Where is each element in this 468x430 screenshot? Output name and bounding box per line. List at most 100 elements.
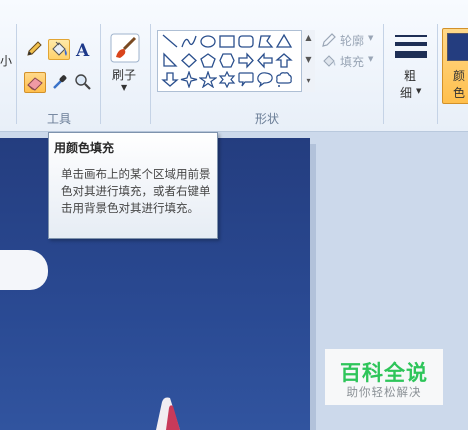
rounded-rectangle-icon	[238, 35, 254, 48]
size-group-label-partial: 小	[0, 54, 13, 68]
five-point-star-icon	[199, 71, 217, 88]
tools-group-label: 工具	[47, 112, 72, 126]
color1-label-line2: 色	[453, 86, 466, 100]
shape-polygon[interactable]	[256, 33, 274, 50]
separator	[16, 24, 17, 124]
chevron-down-icon: ▼	[121, 83, 128, 92]
magnifier-icon	[75, 74, 91, 90]
chevron-down-icon: ▼	[416, 87, 422, 95]
eraser-icon	[27, 77, 43, 91]
rounded-callout-icon	[238, 72, 254, 87]
brush-icon	[110, 33, 140, 63]
brushes-button[interactable]: 刷子 ▼	[106, 30, 144, 100]
color-picker-button[interactable]	[50, 72, 70, 92]
size-line-thick	[395, 51, 427, 58]
down-arrow-icon	[161, 72, 179, 87]
left-arrow-icon	[257, 52, 273, 69]
watermark-title: 百科全说	[340, 361, 428, 385]
outline-button[interactable]: 轮廓 ▼	[320, 30, 375, 49]
watermark-logo: 百科全说 助你轻松解决	[325, 349, 443, 405]
shape-rounded-callout[interactable]	[237, 71, 255, 88]
magnifier-button[interactable]	[73, 72, 93, 92]
shape-four-point-star[interactable]	[180, 71, 198, 88]
shape-right-triangle[interactable]	[161, 52, 179, 69]
color1-swatch	[447, 33, 468, 61]
pentagon-icon	[200, 53, 216, 68]
shape-oval[interactable]	[199, 33, 217, 50]
chevron-down-icon: ▼	[368, 34, 374, 42]
color1-label-line1: 颜	[453, 69, 466, 83]
shape-diamond[interactable]	[180, 52, 198, 69]
six-point-star-icon	[218, 71, 236, 88]
shape-rectangle[interactable]	[218, 33, 236, 50]
fill-button[interactable]: 填充 ▼	[320, 51, 375, 70]
diamond-icon	[181, 53, 197, 68]
shape-triangle[interactable]	[275, 33, 293, 50]
cloud-callout-icon	[276, 72, 292, 87]
pencil-icon	[27, 41, 42, 56]
shape-up-arrow[interactable]	[275, 52, 293, 69]
expand-gallery-icon[interactable]: ▾	[303, 75, 314, 86]
separator	[100, 24, 101, 124]
shape-right-arrow[interactable]	[237, 52, 255, 69]
tooltip-body: 单击画布上的某个区域用前景色对其进行填充，或者右键单击用背景色对其进行填充。	[61, 167, 211, 215]
eyedropper-icon	[53, 75, 67, 89]
hexagon-icon	[219, 53, 235, 68]
rectangle-icon	[219, 35, 235, 48]
triangle-icon	[275, 33, 293, 48]
text-button[interactable]: A	[73, 39, 93, 61]
fill-label: 填充	[340, 55, 365, 69]
separator	[383, 24, 384, 124]
right-triangle-icon	[163, 52, 178, 67]
text-icon: A	[75, 41, 90, 61]
shape-cloud-callout[interactable]	[275, 71, 293, 88]
shapes-gallery	[157, 30, 315, 92]
oval-icon	[200, 35, 216, 48]
shape-line[interactable]	[161, 33, 179, 50]
shape-hexagon[interactable]	[218, 52, 236, 69]
size-label-line2: 细	[400, 86, 413, 100]
shapes-scrollbar[interactable]: ▲ ▼ ▾	[301, 30, 315, 92]
size-button[interactable]: 粗 细 ▼	[390, 30, 432, 102]
outline-label: 轮廓	[340, 34, 365, 48]
ribbon: 小 A 工具 刷子 ▼ ▲ ▼ ▾ 轮廓 ▼ 填充 ▼ 形状 粗 细 ▼ 颜 色	[0, 0, 468, 132]
oval-callout-icon	[257, 72, 273, 88]
airplane-tail	[156, 397, 180, 430]
polygon-icon	[258, 35, 274, 48]
scroll-up-icon[interactable]: ▲	[303, 32, 314, 43]
fill-bucket-icon	[323, 55, 336, 67]
watermark-subtitle: 助你轻松解决	[346, 385, 422, 399]
pencil-button[interactable]	[24, 39, 44, 59]
line-icon	[162, 34, 178, 48]
shapes-group-label: 形状	[255, 112, 280, 126]
separator	[437, 24, 438, 124]
shape-left-arrow[interactable]	[256, 52, 274, 69]
shape-six-point-star[interactable]	[218, 71, 236, 88]
shape-oval-callout[interactable]	[256, 71, 274, 88]
four-point-star-icon	[180, 71, 198, 88]
chevron-down-icon: ▼	[368, 55, 374, 63]
shape-rounded-rectangle[interactable]	[237, 33, 255, 50]
size-label-line1: 粗	[404, 69, 417, 83]
cloud-shape	[0, 250, 48, 290]
separator	[150, 24, 151, 124]
svg-text:A: A	[75, 41, 90, 58]
right-arrow-icon	[238, 52, 254, 69]
shape-five-point-star[interactable]	[199, 71, 217, 88]
shape-curve[interactable]	[180, 33, 198, 50]
canvas-shadow	[310, 144, 316, 430]
scroll-down-icon[interactable]: ▼	[303, 54, 314, 65]
curve-icon	[181, 35, 197, 48]
tooltip-title: 用颜色填充	[54, 141, 115, 155]
size-line-thin	[395, 35, 427, 37]
color1-button[interactable]: 颜 色	[442, 28, 468, 104]
shape-pentagon[interactable]	[199, 52, 217, 69]
tooltip: 用颜色填充 单击画布上的某个区域用前景色对其进行填充，或者右键单击用背景色对其进…	[48, 132, 218, 239]
up-arrow-icon	[275, 53, 293, 68]
outline-pen-icon	[322, 33, 336, 47]
brushes-label: 刷子	[112, 68, 137, 82]
shape-down-arrow[interactable]	[161, 71, 179, 88]
eraser-button[interactable]	[24, 72, 46, 93]
fill-with-color-button[interactable]	[48, 39, 70, 60]
paint-bucket-icon	[52, 41, 67, 56]
